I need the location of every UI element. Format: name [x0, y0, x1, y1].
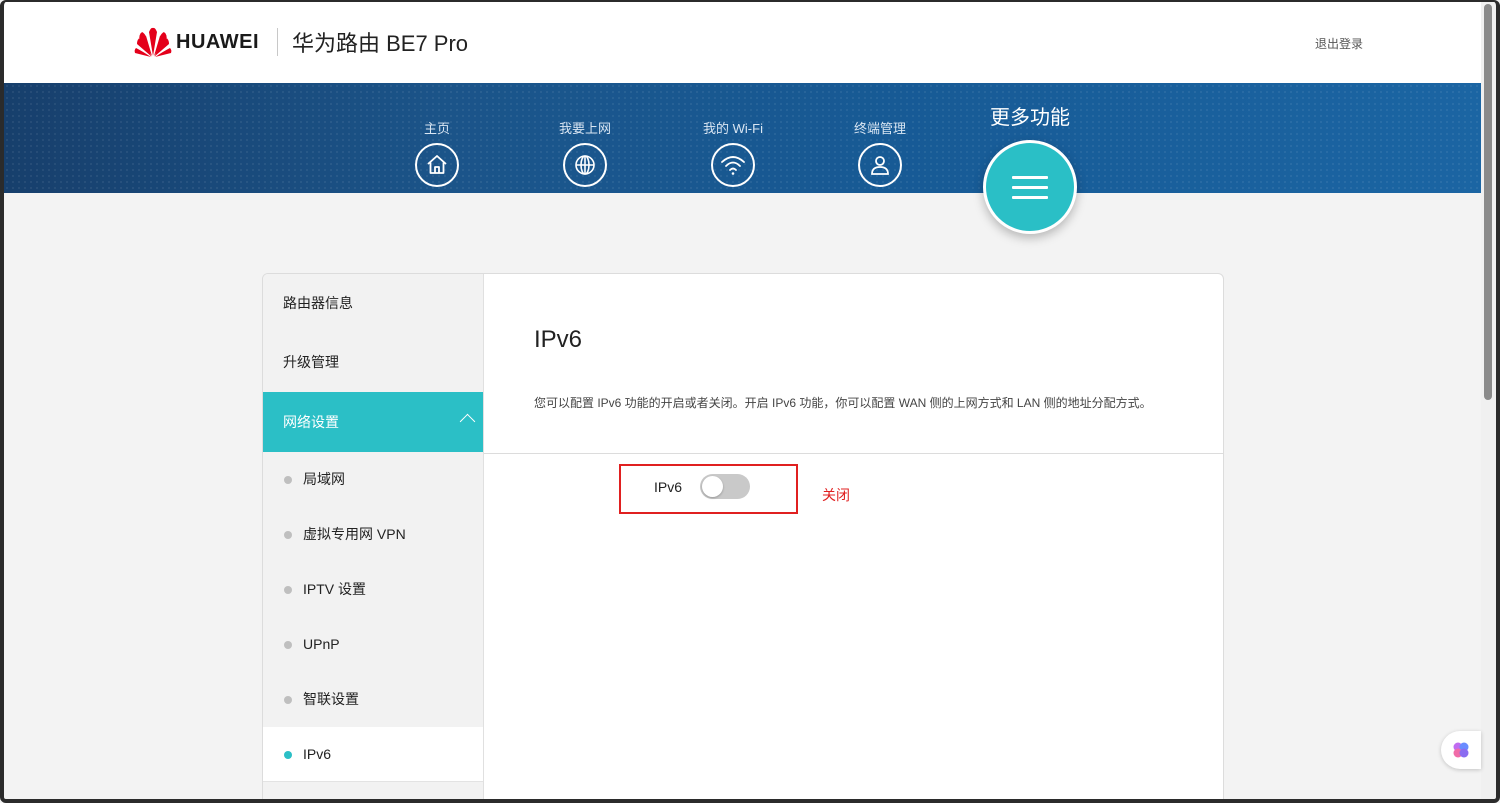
nav-home[interactable]: 主页: [382, 118, 492, 187]
bullet-icon: [284, 641, 292, 649]
wifi-icon: [711, 143, 755, 187]
sidebar-item-vpn[interactable]: 虚拟专用网 VPN: [263, 507, 483, 562]
page-title: IPv6: [534, 326, 583, 353]
ipv6-status-text: 关闭: [822, 487, 850, 503]
sidebar-item-ipv6[interactable]: IPv6: [263, 727, 483, 782]
sidebar-item-label: IPv6: [303, 746, 332, 762]
toggle-knob: [702, 476, 723, 497]
nav-internet-label: 我要上网: [558, 121, 611, 136]
sidebar: 路由器信息 升级管理 网络设置 局域网 虚拟专用网 VPN IPTV 设置 UP…: [263, 274, 484, 803]
sidebar-item-smart-link[interactable]: 智联设置: [263, 672, 483, 727]
settings-panel: 路由器信息 升级管理 网络设置 局域网 虚拟专用网 VPN IPTV 设置 UP…: [262, 273, 1224, 803]
assistant-button[interactable]: [1441, 731, 1481, 769]
home-icon: [415, 143, 459, 187]
sidebar-item-upnp[interactable]: UPnP: [263, 617, 483, 672]
sidebar-item-router-info[interactable]: 路由器信息: [263, 274, 483, 333]
scrollbar-thumb[interactable]: [1484, 4, 1492, 400]
sidebar-item-label: 局域网: [303, 471, 345, 487]
ipv6-toggle-highlight: IPv6: [619, 464, 798, 514]
main-content: IPv6 您可以配置 IPv6 功能的开启或者关闭。开启 IPv6 功能，你可以…: [484, 274, 1223, 803]
user-icon: [858, 143, 902, 187]
divider: [484, 453, 1223, 454]
brand-divider: [277, 28, 278, 56]
ipv6-toggle-switch[interactable]: [700, 474, 750, 499]
bullet-icon: [284, 751, 292, 759]
brand-wordmark: HUAWEI: [176, 30, 259, 53]
sidebar-item-label: UPnP: [303, 636, 340, 652]
bullet-icon: [284, 531, 292, 539]
nav-wifi[interactable]: 我的 Wi-Fi: [678, 118, 788, 187]
product-name: 华为路由 BE7 Pro: [292, 31, 469, 56]
sidebar-item-upgrade[interactable]: 升级管理: [263, 333, 483, 392]
page-description: 您可以配置 IPv6 功能的开启或者关闭。开启 IPv6 功能，你可以配置 WA…: [534, 396, 1152, 410]
chevron-up-icon: [459, 413, 476, 430]
nav-more-label: 更多功能: [990, 107, 1070, 129]
sidebar-group-network[interactable]: 网络设置: [263, 392, 483, 452]
top-bar: HUAWEI 华为路由 BE7 Pro 退出登录: [4, 2, 1481, 83]
bullet-icon: [284, 696, 292, 704]
sidebar-item-label: 虚拟专用网 VPN: [303, 526, 406, 542]
nav-more-functions[interactable]: 更多功能: [970, 101, 1090, 234]
globe-icon: [563, 143, 607, 187]
sidebar-item-label: 智联设置: [303, 691, 359, 707]
sidebar-item-iptv[interactable]: IPTV 设置: [263, 562, 483, 617]
nav-home-label: 主页: [423, 121, 450, 136]
nav-devices[interactable]: 终端管理: [825, 118, 935, 187]
nav-devices-label: 终端管理: [853, 121, 906, 136]
nav-wifi-label: 我的 Wi-Fi: [703, 121, 763, 136]
huawei-logo-icon: [134, 27, 172, 57]
bullet-icon: [284, 586, 292, 594]
sidebar-item-lan[interactable]: 局域网: [263, 452, 483, 507]
ipv6-toggle-label: IPv6: [654, 479, 683, 495]
sidebar-group-label: 网络设置: [283, 414, 339, 430]
brand-logo: HUAWEI 华为路由 BE7 Pro: [134, 26, 468, 58]
sidebar-item-label: IPTV 设置: [303, 581, 367, 597]
bullet-icon: [284, 476, 292, 484]
menu-icon: [983, 140, 1077, 234]
logout-link[interactable]: 退出登录: [1315, 35, 1363, 52]
nav-internet[interactable]: 我要上网: [530, 118, 640, 187]
brain-icon: [1453, 742, 1469, 758]
nav-banner: 主页 我要上网 我的 Wi-Fi 终端管理 更多功能: [4, 83, 1481, 234]
